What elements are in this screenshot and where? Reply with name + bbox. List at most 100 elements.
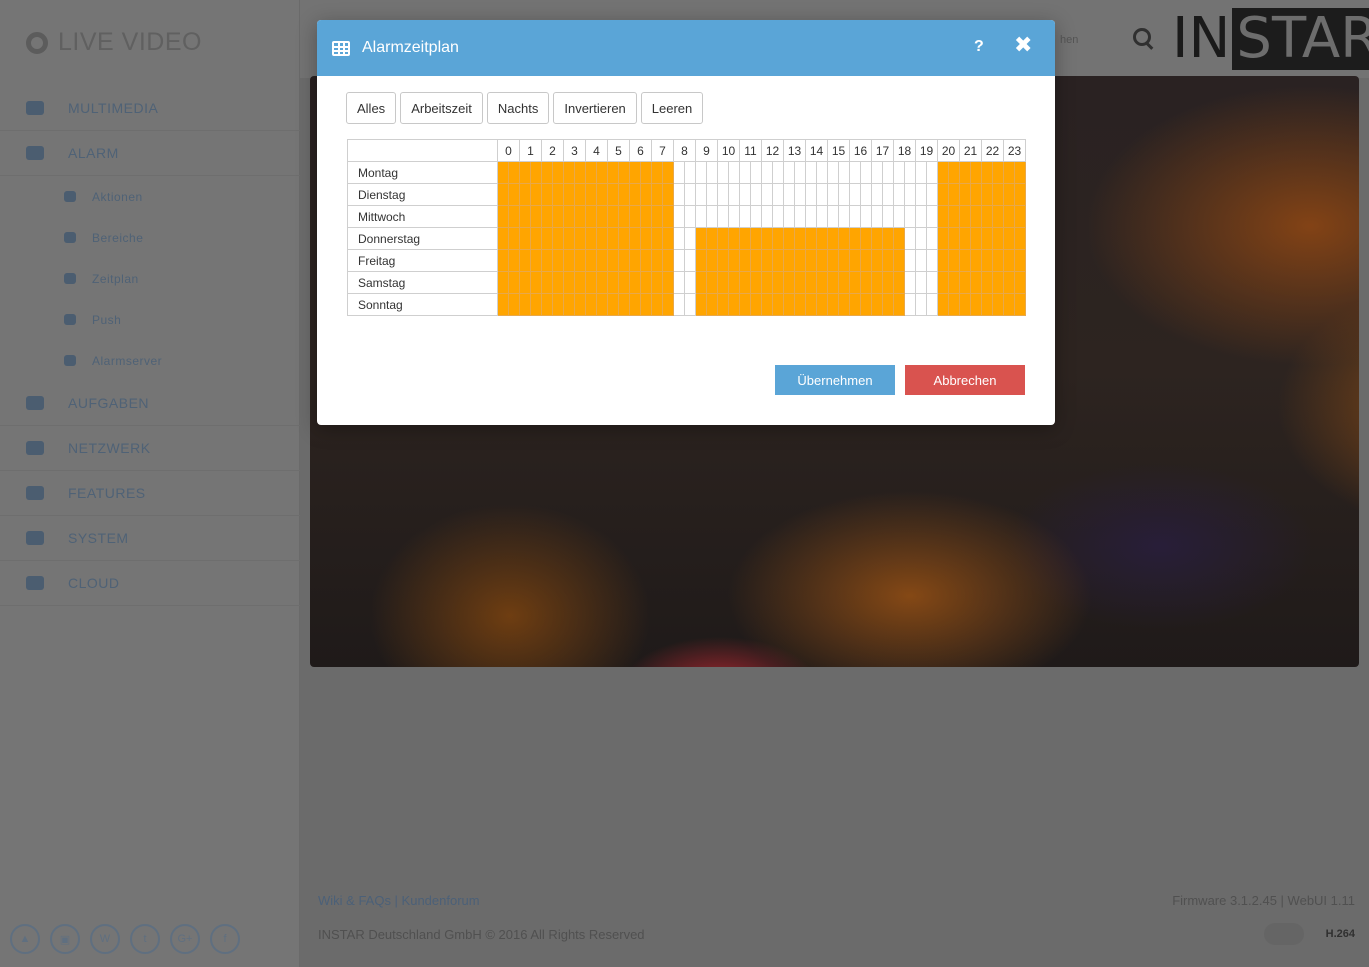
time-slot-cell[interactable]: [761, 227, 773, 250]
time-slot-cell[interactable]: [508, 161, 520, 184]
time-slot-cell[interactable]: [783, 205, 795, 228]
time-slot-cell[interactable]: [761, 293, 773, 316]
time-slot-cell[interactable]: [552, 227, 564, 250]
time-slot-cell[interactable]: [706, 161, 718, 184]
time-slot-cell[interactable]: [706, 271, 718, 294]
time-slot-cell[interactable]: [772, 227, 784, 250]
time-slot-cell[interactable]: [838, 205, 850, 228]
time-slot-cell[interactable]: [497, 161, 509, 184]
time-slot-cell[interactable]: [618, 227, 630, 250]
time-slot-cell[interactable]: [981, 249, 993, 272]
preset-alles-button[interactable]: Alles: [346, 92, 397, 124]
preset-arbeitszeit-button[interactable]: Arbeitszeit: [400, 92, 483, 124]
time-slot-cell[interactable]: [959, 293, 971, 316]
sidebar-item-push[interactable]: Push: [0, 299, 300, 340]
time-slot-cell[interactable]: [992, 227, 1004, 250]
time-slot-cell[interactable]: [882, 227, 894, 250]
sidebar-item-netzwerk[interactable]: NETZWERK: [0, 426, 300, 471]
time-slot-cell[interactable]: [1014, 205, 1026, 228]
time-slot-cell[interactable]: [860, 249, 872, 272]
time-slot-cell[interactable]: [794, 205, 806, 228]
time-slot-cell[interactable]: [552, 293, 564, 316]
sidebar-item-bereiche[interactable]: Bereiche: [0, 217, 300, 258]
time-slot-cell[interactable]: [684, 249, 696, 272]
time-slot-cell[interactable]: [882, 205, 894, 228]
time-slot-cell[interactable]: [695, 205, 707, 228]
preset-leeren-button[interactable]: Leeren: [640, 92, 704, 124]
time-slot-cell[interactable]: [662, 293, 674, 316]
time-slot-cell[interactable]: [541, 227, 553, 250]
time-slot-cell[interactable]: [926, 271, 938, 294]
time-slot-cell[interactable]: [959, 161, 971, 184]
time-slot-cell[interactable]: [651, 249, 663, 272]
time-slot-cell[interactable]: [662, 249, 674, 272]
time-slot-cell[interactable]: [563, 293, 575, 316]
time-slot-cell[interactable]: [673, 271, 685, 294]
time-slot-cell[interactable]: [783, 271, 795, 294]
time-slot-cell[interactable]: [585, 205, 597, 228]
time-slot-cell[interactable]: [684, 293, 696, 316]
time-slot-cell[interactable]: [827, 161, 839, 184]
time-slot-cell[interactable]: [948, 249, 960, 272]
time-slot-cell[interactable]: [981, 271, 993, 294]
time-slot-cell[interactable]: [497, 293, 509, 316]
time-slot-cell[interactable]: [992, 249, 1004, 272]
time-slot-cell[interactable]: [772, 271, 784, 294]
time-slot-cell[interactable]: [761, 205, 773, 228]
time-slot-cell[interactable]: [750, 293, 762, 316]
sidebar-item-alarmserver[interactable]: Alarmserver: [0, 340, 300, 381]
time-slot-cell[interactable]: [948, 161, 960, 184]
time-slot-cell[interactable]: [904, 271, 916, 294]
time-slot-cell[interactable]: [750, 249, 762, 272]
time-slot-cell[interactable]: [794, 183, 806, 206]
time-slot-cell[interactable]: [552, 183, 564, 206]
codec-toggle[interactable]: [1264, 923, 1304, 945]
time-slot-cell[interactable]: [794, 249, 806, 272]
time-slot-cell[interactable]: [563, 205, 575, 228]
apply-button[interactable]: Übernehmen: [775, 365, 895, 395]
time-slot-cell[interactable]: [772, 183, 784, 206]
time-slot-cell[interactable]: [915, 271, 927, 294]
time-slot-cell[interactable]: [596, 205, 608, 228]
time-slot-cell[interactable]: [552, 205, 564, 228]
time-slot-cell[interactable]: [816, 227, 828, 250]
time-slot-cell[interactable]: [948, 227, 960, 250]
time-slot-cell[interactable]: [882, 293, 894, 316]
time-slot-cell[interactable]: [728, 271, 740, 294]
time-slot-cell[interactable]: [871, 227, 883, 250]
time-slot-cell[interactable]: [959, 271, 971, 294]
social-icon[interactable]: G+: [170, 924, 200, 954]
time-slot-cell[interactable]: [728, 183, 740, 206]
time-slot-cell[interactable]: [783, 227, 795, 250]
time-slot-cell[interactable]: [805, 293, 817, 316]
time-slot-cell[interactable]: [860, 227, 872, 250]
time-slot-cell[interactable]: [673, 293, 685, 316]
time-slot-cell[interactable]: [948, 183, 960, 206]
time-slot-cell[interactable]: [640, 271, 652, 294]
time-slot-cell[interactable]: [739, 293, 751, 316]
time-slot-cell[interactable]: [871, 205, 883, 228]
time-slot-cell[interactable]: [596, 161, 608, 184]
time-slot-cell[interactable]: [662, 205, 674, 228]
time-slot-cell[interactable]: [618, 205, 630, 228]
time-slot-cell[interactable]: [805, 183, 817, 206]
time-slot-cell[interactable]: [948, 271, 960, 294]
time-slot-cell[interactable]: [838, 293, 850, 316]
time-slot-cell[interactable]: [1003, 227, 1015, 250]
time-slot-cell[interactable]: [640, 161, 652, 184]
time-slot-cell[interactable]: [959, 183, 971, 206]
time-slot-cell[interactable]: [629, 271, 641, 294]
time-slot-cell[interactable]: [662, 227, 674, 250]
time-slot-cell[interactable]: [871, 249, 883, 272]
time-slot-cell[interactable]: [717, 249, 729, 272]
time-slot-cell[interactable]: [563, 183, 575, 206]
time-slot-cell[interactable]: [948, 293, 960, 316]
time-slot-cell[interactable]: [1003, 205, 1015, 228]
time-slot-cell[interactable]: [882, 183, 894, 206]
time-slot-cell[interactable]: [563, 227, 575, 250]
time-slot-cell[interactable]: [860, 183, 872, 206]
time-slot-cell[interactable]: [618, 293, 630, 316]
time-slot-cell[interactable]: [706, 293, 718, 316]
time-slot-cell[interactable]: [926, 183, 938, 206]
time-slot-cell[interactable]: [915, 293, 927, 316]
